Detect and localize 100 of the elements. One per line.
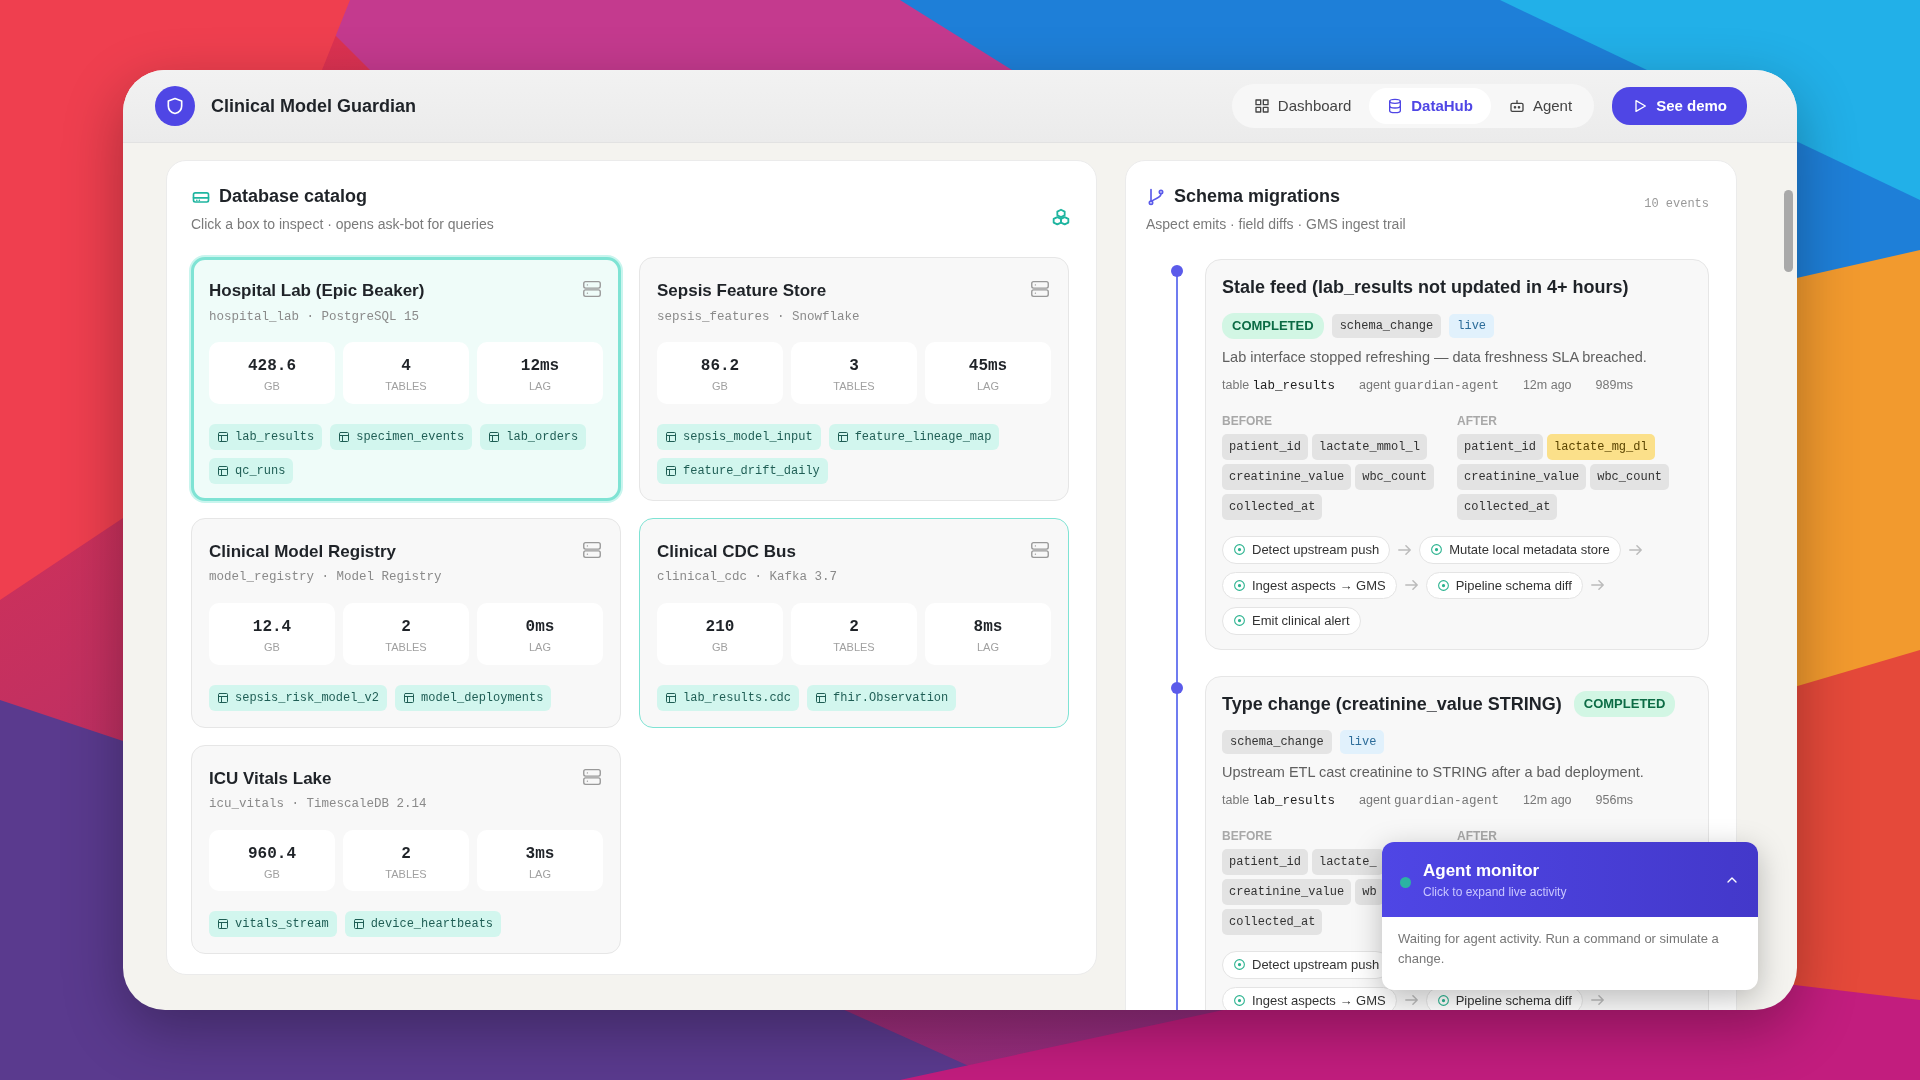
field-chip: lactate_mmol_l: [1312, 434, 1427, 460]
table-tag[interactable]: vitals_stream: [209, 911, 337, 938]
database-name: Hospital Lab (Epic Beaker): [209, 280, 425, 302]
monitor-subtitle: Click to expand live activity: [1423, 884, 1568, 902]
target-icon: [1233, 993, 1246, 1007]
table-meta: table lab_results: [1222, 792, 1336, 811]
event-title: Stale feed (lab_results not updated in 4+ hours): [1222, 276, 1629, 299]
table-tag[interactable]: qc_runs: [209, 457, 294, 484]
stat-value: 12.4: [251, 617, 293, 638]
nav-tab[interactable]: Agent: [1490, 87, 1591, 125]
stat-value: 3ms: [524, 843, 556, 865]
stat-value: 8ms: [972, 617, 1004, 638]
database-card[interactable]: Clinical Model Registry model_registry · Model Registry 12.4 GB 2 TABLES 0ms LAG sepsis_risk_model_v2 model_deployments: [191, 517, 621, 728]
nav-tab[interactable]: DataHub: [1369, 87, 1491, 125]
stat-label: GB: [711, 379, 729, 395]
table-tag[interactable]: specimen_events: [330, 423, 473, 450]
target-icon: [1436, 578, 1450, 592]
table-tag[interactable]: lab_orders: [480, 423, 587, 450]
table-tag[interactable]: model_deployments: [395, 684, 552, 711]
table-icon: [815, 691, 828, 704]
robot-icon: [1508, 98, 1525, 114]
table-meta: table lab_results: [1222, 377, 1336, 396]
field-chip: creatinine_value: [1457, 464, 1587, 490]
stat-label: GB: [263, 866, 281, 882]
table-tag[interactable]: sepsis_model_input: [657, 423, 821, 450]
stat-value: 4: [400, 356, 412, 378]
database-meta: model_registry · Model Registry: [209, 569, 442, 587]
event-title: Type change (creatinine_value STRING): [1222, 692, 1562, 716]
scrollbar-thumb[interactable]: [1784, 190, 1793, 272]
timeline-dot: [1171, 681, 1183, 694]
stat-value: 2: [400, 843, 412, 865]
stat-value: 2: [400, 617, 412, 638]
event-tag: live: [1339, 729, 1385, 754]
database-meta: icu_vitals · TimescaleDB 2.14: [209, 796, 427, 813]
field-chip: wbc_count: [1355, 464, 1435, 490]
event-count: 10 events: [1644, 196, 1709, 213]
table-icon: [217, 464, 229, 477]
database-meta: sepsis_features · Snowflake: [657, 308, 860, 326]
field-chip: patient_id: [1222, 849, 1308, 875]
table-tag[interactable]: device_heartbeats: [344, 911, 502, 938]
event-duration: 956ms: [1595, 792, 1634, 810]
nav-tab[interactable]: Dashboard: [1235, 87, 1370, 125]
stat-value: 960.4: [247, 843, 297, 865]
panel-subtitle: Aspect emits · field diffs · GMS ingest trail: [1146, 215, 1406, 234]
field-chip: creatinine_value: [1222, 879, 1352, 905]
stat-value: 12ms: [519, 356, 561, 378]
database-name: Clinical CDC Bus: [657, 540, 797, 563]
field-chip: wbc_count: [1590, 464, 1670, 490]
table-tag[interactable]: lab_results: [209, 423, 323, 450]
database-name: ICU Vitals Lake: [209, 767, 333, 790]
see-demo-button[interactable]: See demo: [1612, 86, 1747, 126]
stat-label: TABLES: [384, 866, 428, 882]
event-tag: live: [1449, 313, 1495, 338]
database-icon: [1387, 98, 1404, 114]
stat-value: 45ms: [967, 356, 1009, 378]
table-icon: [836, 430, 849, 443]
database-card[interactable]: Clinical CDC Bus clinical_cdc · Kafka 3.7 210 GB 2 TABLES 8ms LAG lab_results.cdc fhir.Observation: [639, 517, 1069, 728]
server-icon: [1029, 278, 1051, 300]
monitor-header[interactable]: Agent monitor Click to expand live activity: [1382, 842, 1758, 917]
pipeline-step: Ingest aspects → GMS: [1222, 571, 1397, 599]
stat-label: GB: [263, 640, 281, 655]
pipeline-step: Mutate local metadata store: [1419, 536, 1621, 564]
grid-icon: [1253, 98, 1270, 114]
database-name: Sepsis Feature Store: [657, 280, 828, 302]
table-tag[interactable]: sepsis_risk_model_v2: [209, 684, 388, 711]
stat-label: LAG: [528, 640, 552, 655]
timeline-dot: [1171, 265, 1183, 277]
event-time: 12m ago: [1522, 377, 1572, 395]
table-tag[interactable]: lab_results.cdc: [657, 684, 800, 711]
agent-meta: agent guardian-agent: [1359, 377, 1499, 396]
agent-meta: agent guardian-agent: [1359, 792, 1499, 811]
table-icon: [665, 691, 677, 704]
target-icon: [1233, 958, 1246, 972]
stat-label: LAG: [976, 379, 1000, 395]
stat-label: TABLES: [832, 640, 876, 655]
database-card[interactable]: Sepsis Feature Store sepsis_features · Snowflake 86.2 GB 3 TABLES 45ms LAG sepsis_model_input feature_lineage_map feature_drift_daily: [639, 257, 1069, 501]
stat-label: LAG: [528, 379, 552, 395]
diff-heading: AFTER: [1457, 828, 1498, 845]
diff-heading: BEFORE: [1222, 828, 1273, 845]
stat-value: 0ms: [524, 617, 556, 638]
target-icon: [1233, 614, 1246, 628]
table-tag[interactable]: feature_drift_daily: [657, 457, 828, 484]
panel-subtitle: Click a box to inspect · opens ask-bot for queries: [191, 215, 494, 234]
table-icon: [217, 691, 229, 704]
branch-icon: [1146, 186, 1166, 207]
table-tag[interactable]: feature_lineage_map: [828, 423, 1000, 450]
field-chip: lactate_mg_dl: [1547, 434, 1655, 460]
stat-label: GB: [711, 640, 729, 655]
database-meta: clinical_cdc · Kafka 3.7: [657, 569, 838, 587]
database-card[interactable]: ICU Vitals Lake icu_vitals · TimescaleDB 2.14 960.4 GB 2 TABLES 3ms LAG vitals_stream device_heartbeats: [191, 744, 621, 955]
database-card[interactable]: Hospital Lab (Epic Beaker) hospital_lab · PostgreSQL 15 428.6 GB 4 TABLES 12ms LAG lab_results specimen_events lab_orders qc_runs: [191, 257, 621, 501]
database-name: Clinical Model Registry: [209, 540, 398, 563]
shield-icon: [165, 96, 185, 116]
pipeline-step: Detect upstream push: [1222, 536, 1391, 564]
status-badge: COMPLETED: [1222, 313, 1324, 339]
app-title: Clinical Model Guardian: [211, 94, 417, 118]
stat-value: 428.6: [247, 356, 297, 378]
table-tag[interactable]: fhir.Observation: [807, 684, 957, 711]
pipeline-step: Ingest aspects → GMS: [1222, 986, 1397, 1010]
stat-label: TABLES: [832, 379, 876, 395]
